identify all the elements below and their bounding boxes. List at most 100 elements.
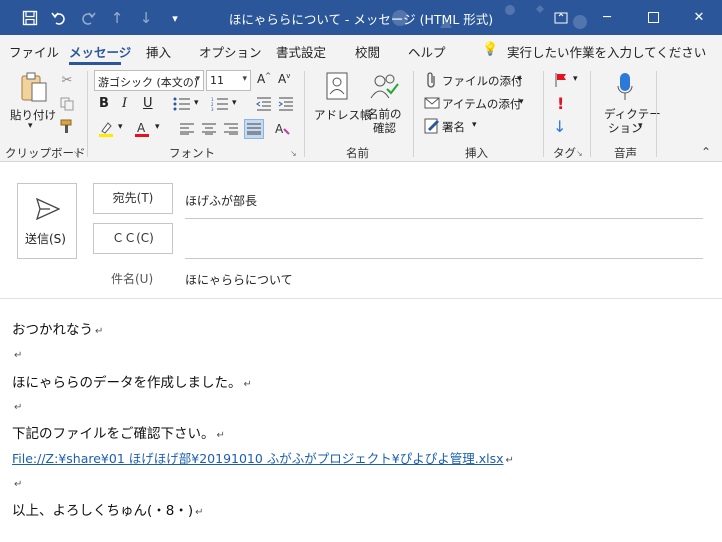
tags-group-label: タグ bbox=[553, 146, 576, 160]
attach-item-button[interactable]: アイテムの添付 bbox=[442, 96, 521, 112]
cut-icon[interactable]: ✂ bbox=[58, 71, 76, 89]
tab-review[interactable]: 校閲 bbox=[355, 42, 380, 61]
grow-font-icon[interactable]: A^ bbox=[257, 72, 271, 86]
paragraph-mark: ↵ bbox=[14, 402, 23, 413]
paragraph-mark: ↵ bbox=[95, 326, 104, 337]
send-label: 送信(S) bbox=[25, 232, 66, 246]
paragraph-mark: ↵ bbox=[14, 350, 23, 361]
tab-insert[interactable]: 挿入 bbox=[146, 42, 171, 61]
highlight-dropdown-icon[interactable]: ▾ bbox=[118, 122, 123, 132]
address-book-icon[interactable] bbox=[324, 71, 350, 101]
increase-indent-icon[interactable] bbox=[276, 96, 296, 112]
highlight-icon[interactable] bbox=[97, 120, 115, 138]
message-body[interactable]: おつかれなう ↵ ↵ ほにゃららのデータを作成しました。 ↵ ↵ 下記のファイルをご… bbox=[0, 300, 722, 542]
font-color-icon[interactable]: A bbox=[133, 120, 151, 138]
attach-file-button[interactable]: ファイルの添付 bbox=[442, 73, 523, 89]
font-size-combo[interactable]: 11 ▾ bbox=[206, 70, 251, 91]
high-importance-icon[interactable]: ! bbox=[557, 94, 564, 113]
bullets-icon[interactable] bbox=[171, 96, 193, 112]
clipboard-launcher-icon[interactable]: ↘ bbox=[73, 149, 80, 158]
follow-up-flag-icon[interactable] bbox=[553, 72, 569, 88]
ribbon-tabs: ファイル メッセージ 挿入 オプション 書式設定 校閲 ヘルプ 💡 実行したい作… bbox=[0, 35, 722, 65]
paste-label[interactable]: 貼り付け bbox=[10, 107, 56, 123]
tab-options[interactable]: オプション bbox=[199, 42, 262, 61]
signature-dropdown-icon[interactable]: ▾ bbox=[472, 120, 477, 130]
cc-field-underline bbox=[185, 258, 703, 259]
empty-paragraph: ↵ bbox=[12, 346, 22, 362]
minimize-button[interactable]: ─ bbox=[584, 0, 630, 35]
to-button[interactable]: 宛先(T) bbox=[93, 183, 173, 214]
tags-launcher-icon[interactable]: ↘ bbox=[576, 149, 583, 158]
low-importance-icon[interactable]: ↓ bbox=[553, 117, 566, 136]
bold-icon[interactable]: B bbox=[99, 96, 109, 111]
names-group-label: 名前 bbox=[346, 146, 369, 160]
send-button[interactable]: 送信(S) bbox=[17, 183, 77, 259]
check-names-icon[interactable] bbox=[369, 71, 401, 101]
tab-file[interactable]: ファイル bbox=[9, 42, 59, 61]
attach-item-icon[interactable] bbox=[424, 95, 440, 111]
microphone-icon[interactable] bbox=[614, 71, 636, 103]
separator bbox=[304, 71, 305, 157]
clear-formatting-icon[interactable]: A bbox=[274, 120, 292, 138]
tab-help[interactable]: ヘルプ bbox=[408, 42, 446, 61]
close-button[interactable]: ✕ bbox=[676, 0, 722, 35]
body-line: 以上、よろしくちゅん(・8・) ↵ bbox=[12, 503, 204, 519]
paperclip-icon[interactable] bbox=[424, 72, 440, 88]
svg-text:A: A bbox=[137, 121, 146, 135]
attach-file-dropdown-icon[interactable]: ▾ bbox=[517, 74, 522, 84]
underline-icon[interactable]: U bbox=[143, 96, 153, 111]
address-book-label[interactable]: アドレス帳 bbox=[314, 107, 372, 123]
empty-paragraph: ↵ bbox=[12, 398, 22, 414]
tell-me-search[interactable]: 実行したい作業を入力してください bbox=[507, 42, 706, 61]
tab-format[interactable]: 書式設定 bbox=[276, 42, 326, 61]
justify-icon[interactable] bbox=[244, 119, 264, 139]
align-center-icon[interactable] bbox=[200, 120, 218, 138]
paragraph-mark: ↵ bbox=[216, 430, 225, 441]
font-name-combo[interactable]: 游ゴシック (本文の) ▾ bbox=[94, 70, 204, 91]
font-group-label: フォント bbox=[169, 146, 215, 160]
cc-field[interactable] bbox=[185, 232, 703, 248]
font-launcher-icon[interactable]: ↘ bbox=[290, 149, 297, 158]
bullets-dropdown-icon[interactable]: ▾ bbox=[194, 98, 199, 108]
to-field-underline bbox=[185, 218, 703, 219]
italic-icon[interactable]: I bbox=[122, 96, 127, 111]
copy-icon[interactable] bbox=[58, 95, 76, 113]
check-names-label-2[interactable]: 確認 bbox=[373, 120, 396, 136]
lightbulb-icon: 💡 bbox=[482, 42, 499, 57]
send-icon bbox=[36, 198, 60, 220]
subject-field[interactable]: ほにゃららについて bbox=[185, 271, 293, 288]
paste-dropdown-icon[interactable]: ▾ bbox=[28, 121, 33, 131]
collapse-ribbon-icon[interactable]: ⌃ bbox=[701, 145, 711, 159]
to-field[interactable]: ほげふが部長 bbox=[185, 192, 257, 209]
numbering-icon[interactable]: 123 bbox=[209, 96, 231, 112]
insert-group-label: 挿入 bbox=[465, 146, 488, 160]
svg-text:3: 3 bbox=[211, 107, 214, 111]
dictate-dropdown-icon[interactable]: ▾ bbox=[638, 121, 643, 131]
body-line: File://Z:¥share¥01 ほげほげ部¥20191010 ふがふがプロ… bbox=[12, 448, 514, 467]
align-right-icon[interactable] bbox=[222, 120, 240, 138]
format-painter-icon[interactable] bbox=[58, 117, 76, 135]
empty-paragraph: ↵ bbox=[12, 475, 22, 491]
body-line: おつかれなう ↵ bbox=[12, 322, 104, 338]
ribbon-display-options-icon[interactable] bbox=[538, 0, 584, 35]
decrease-indent-icon[interactable] bbox=[254, 96, 274, 112]
numbering-dropdown-icon[interactable]: ▾ bbox=[232, 98, 237, 108]
separator bbox=[590, 71, 591, 157]
signature-icon[interactable] bbox=[424, 118, 440, 134]
separator bbox=[656, 71, 657, 157]
align-left-icon[interactable] bbox=[178, 120, 196, 138]
separator bbox=[413, 71, 414, 157]
attach-item-dropdown-icon[interactable]: ▾ bbox=[519, 97, 524, 107]
follow-up-dropdown-icon[interactable]: ▾ bbox=[573, 74, 578, 84]
shrink-font-icon[interactable]: Av bbox=[278, 72, 290, 86]
file-link[interactable]: File://Z:¥share¥01 ほげほげ部¥20191010 ふがふがプロ… bbox=[12, 451, 504, 466]
paragraph-mark: ↵ bbox=[243, 379, 252, 390]
paste-icon[interactable] bbox=[18, 71, 50, 103]
separator bbox=[543, 71, 544, 157]
signature-button[interactable]: 署名 bbox=[442, 119, 465, 135]
maximize-button[interactable] bbox=[630, 0, 676, 35]
body-line: ほにゃららのデータを作成しました。 ↵ bbox=[12, 375, 252, 391]
font-color-dropdown-icon[interactable]: ▾ bbox=[155, 122, 160, 132]
cc-button[interactable]: ＣＣ(C) bbox=[93, 223, 173, 254]
tab-message[interactable]: メッセージ bbox=[69, 42, 131, 61]
